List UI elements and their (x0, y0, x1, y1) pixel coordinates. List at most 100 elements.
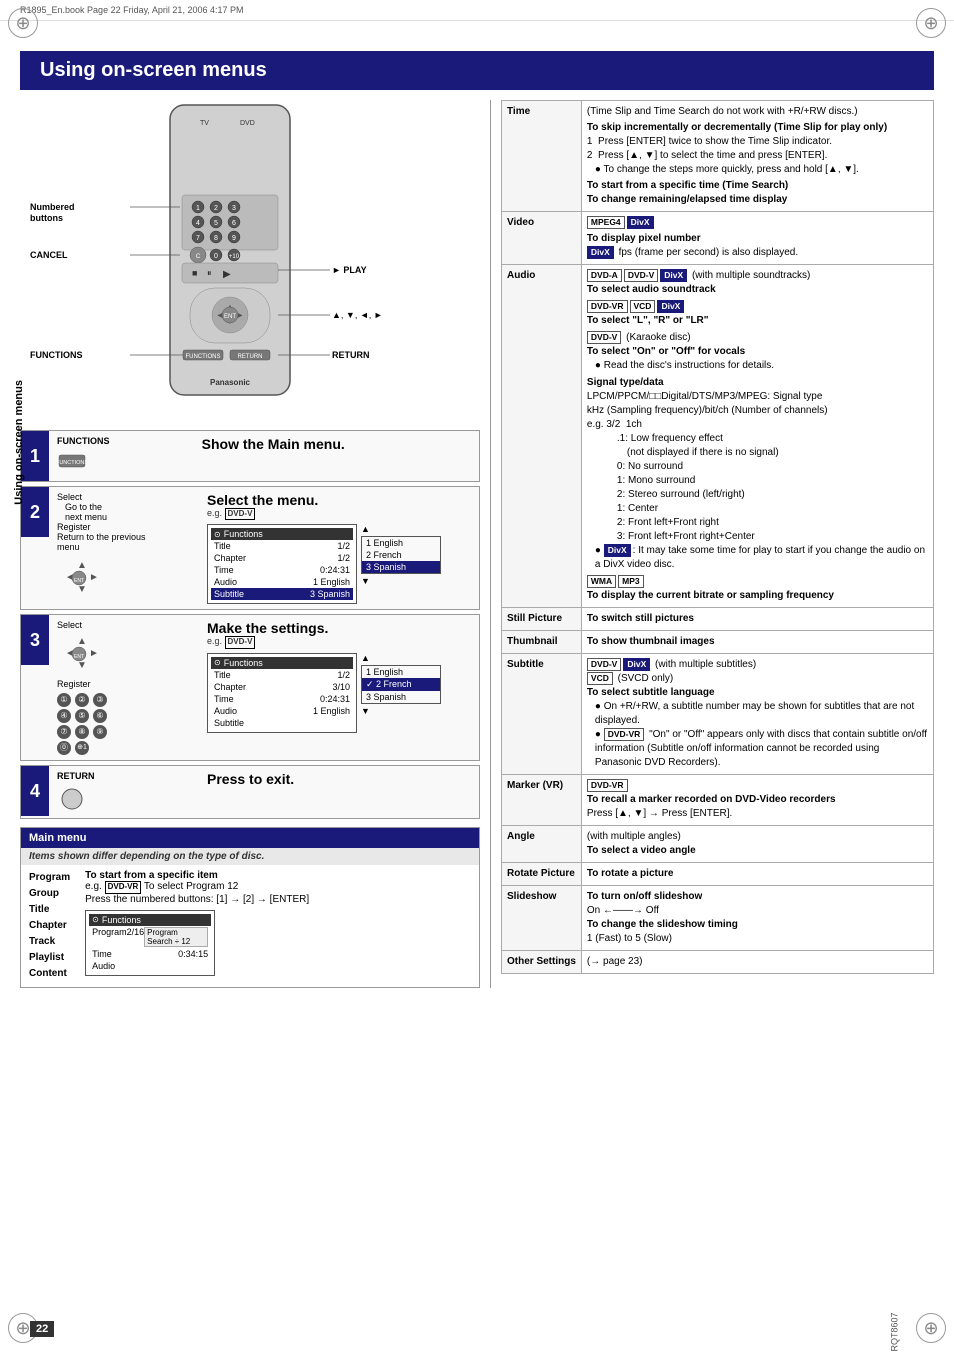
svg-text:►: ► (89, 572, 99, 583)
svg-text:9: 9 (232, 235, 236, 242)
step-num-1: 1 (21, 431, 49, 481)
content-time: (Time Slip and Time Search do not work w… (581, 101, 933, 212)
mini-menu-main: ⊙ Functions Program2/16Program Search ÷ … (85, 910, 215, 976)
label-time: Time (502, 101, 582, 212)
svg-text:6: 6 (232, 220, 236, 227)
step-2-eg: e.g. DVD-V (207, 508, 471, 520)
right-column: Time (Time Slip and Time Search do not w… (490, 100, 934, 988)
list-item: Title (29, 902, 70, 918)
svg-text:▶: ▶ (223, 269, 231, 280)
corner-decoration-tr (916, 8, 946, 38)
main-menu-header: Main menu (21, 828, 479, 848)
content-subtitle: DVD-VDivX (with multiple subtitles) VCD … (581, 654, 933, 775)
step-3: 3 Select ▲ ◄ ENT ► ▼ (20, 614, 480, 761)
svg-text:7: 7 (196, 235, 200, 242)
arrow-diagram-2: ▲ ◄ ENT ► ▼ (57, 632, 107, 672)
svg-text:C: C (196, 254, 201, 260)
svg-text:▲: ▲ (77, 560, 87, 571)
step-2-action: Select the menu. (207, 492, 471, 508)
label-still-picture: Still Picture (502, 608, 582, 631)
step-3-eg: e.g. DVD-V (207, 636, 471, 648)
corner-decoration-tl (8, 8, 38, 38)
svg-text:▲, ▼, ◄, ►: ▲, ▼, ◄, ► (332, 310, 383, 320)
svg-text:►: ► (89, 648, 99, 659)
svg-text:FUNCTIONS: FUNCTIONS (30, 350, 83, 360)
svg-text:▼: ▼ (77, 584, 87, 595)
content-marker-vr: DVD-VR To recall a marker recorded on DV… (581, 775, 933, 826)
list-item: Chapter (29, 918, 70, 934)
step-1-action: Show the Main menu. (202, 436, 471, 452)
menu-options-1: 1 English 2 French 3 Spanish (361, 536, 441, 574)
svg-text:1: 1 (196, 205, 200, 212)
content-audio: DVD-ADVD-VDivX (with multiple soundtrack… (581, 265, 933, 608)
table-row-rotate-picture: Rotate Picture To rotate a picture (502, 863, 934, 886)
svg-text:2: 2 (214, 205, 218, 212)
svg-text:ENT: ENT (224, 314, 236, 320)
main-menu-items: Program Group Title Chapter Track Playli… (21, 865, 479, 987)
svg-text:Panasonic: Panasonic (210, 378, 251, 387)
arrow-diagram: ▲ ◄ ENT ► ▼ (57, 556, 107, 596)
svg-text:3: 3 (232, 205, 236, 212)
step-3-action-area: Make the settings. e.g. DVD-V ⊙ Function… (207, 620, 471, 755)
label-audio: Audio (502, 265, 582, 608)
label-rotate-picture: Rotate Picture (502, 863, 582, 886)
menu-items-list: Program Group Title Chapter Track Playli… (29, 870, 70, 982)
svg-text:Numbered: Numbered (30, 202, 75, 212)
svg-text:0: 0 (214, 253, 218, 260)
content-rotate-picture: To rotate a picture (581, 863, 933, 886)
menu-options-2: 1 English ✓ 2 French 3 Spanish (361, 665, 441, 704)
table-row-time: Time (Time Slip and Time Search do not w… (502, 101, 934, 212)
label-thumbnail: Thumbnail (502, 631, 582, 654)
svg-text:► PLAY: ► PLAY (332, 265, 367, 275)
step-num-2: 2 (21, 487, 49, 537)
svg-text:FUNCTIONS: FUNCTIONS (186, 354, 221, 360)
svg-text:TV: TV (200, 120, 209, 127)
label-subtitle: Subtitle (502, 654, 582, 775)
svg-text:■: ■ (192, 268, 197, 278)
list-item: Playlist (29, 950, 70, 966)
remote-diagram: TV DVD 1 2 3 4 5 6 7 8 (20, 100, 480, 420)
svg-text:5: 5 (214, 220, 218, 227)
doc-code: RQT8607 (889, 1312, 899, 1351)
list-item: Program (29, 870, 70, 886)
svg-text:8: 8 (214, 235, 218, 242)
step-3-action: Make the settings. (207, 620, 471, 636)
label-angle: Angle (502, 826, 582, 863)
svg-text:▼: ▼ (77, 660, 87, 671)
svg-text:CANCEL: CANCEL (30, 250, 68, 260)
table-row-marker-vr: Marker (VR) DVD-VR To recall a marker re… (502, 775, 934, 826)
corner-decoration-br (916, 1313, 946, 1343)
svg-text:4: 4 (196, 220, 200, 227)
content-video: MPEG4DivX To display pixel number DivX f… (581, 212, 933, 265)
menu-items-desc: To start from a specific item e.g. DVD-V… (85, 870, 471, 982)
table-row-still-picture: Still Picture To switch still pictures (502, 608, 934, 631)
content-slideshow: To turn on/off slideshow On ←——→ Off To … (581, 886, 933, 951)
list-item: Track (29, 934, 70, 950)
step-2-desc: Select Go to thenext menu Register Retur… (57, 492, 197, 604)
svg-text:▲: ▲ (77, 636, 87, 647)
mini-menu-1: ⊙ Functions Title1/2 Chapter1/2 Time0:24… (207, 524, 357, 604)
steps-area: 1 FUNCTIONS FUNCTIONS Show the Main menu… (20, 430, 480, 819)
label-video: Video (502, 212, 582, 265)
content-angle: (with multiple angles) To select a video… (581, 826, 933, 863)
step-num-4: 4 (21, 766, 49, 816)
step-2: 2 Select Go to thenext menu Register Ret… (20, 486, 480, 610)
mini-menu-2: ⊙ Functions Title1/2 Chapter3/10 Time0:2… (207, 653, 357, 733)
table-row-audio: Audio DVD-ADVD-VDivX (with multiple soun… (502, 265, 934, 608)
file-info-bar: R1895_En.book Page 22 Friday, April 21, … (0, 0, 954, 21)
table-row-other-settings: Other Settings (→ page 23) (502, 951, 934, 974)
svg-text:RETURN: RETURN (332, 350, 370, 360)
step-4-desc: RETURN (57, 771, 197, 813)
svg-text:buttons: buttons (30, 213, 63, 223)
step-1-desc: FUNCTIONS FUNCTIONS (57, 436, 192, 473)
content-still-picture: To switch still pictures (581, 608, 933, 631)
content-thumbnail: To show thumbnail images (581, 631, 933, 654)
left-column: TV DVD 1 2 3 4 5 6 7 8 (20, 100, 480, 988)
svg-text:FUNCTIONS: FUNCTIONS (57, 460, 87, 466)
table-row-subtitle: Subtitle DVD-VDivX (with multiple subtit… (502, 654, 934, 775)
list-item: Group (29, 886, 70, 902)
return-button-icon (57, 785, 87, 810)
main-menu-box: Main menu Items shown differ depending o… (20, 827, 480, 988)
table-row-video: Video MPEG4DivX To display pixel number … (502, 212, 934, 265)
label-other-settings: Other Settings (502, 951, 582, 974)
